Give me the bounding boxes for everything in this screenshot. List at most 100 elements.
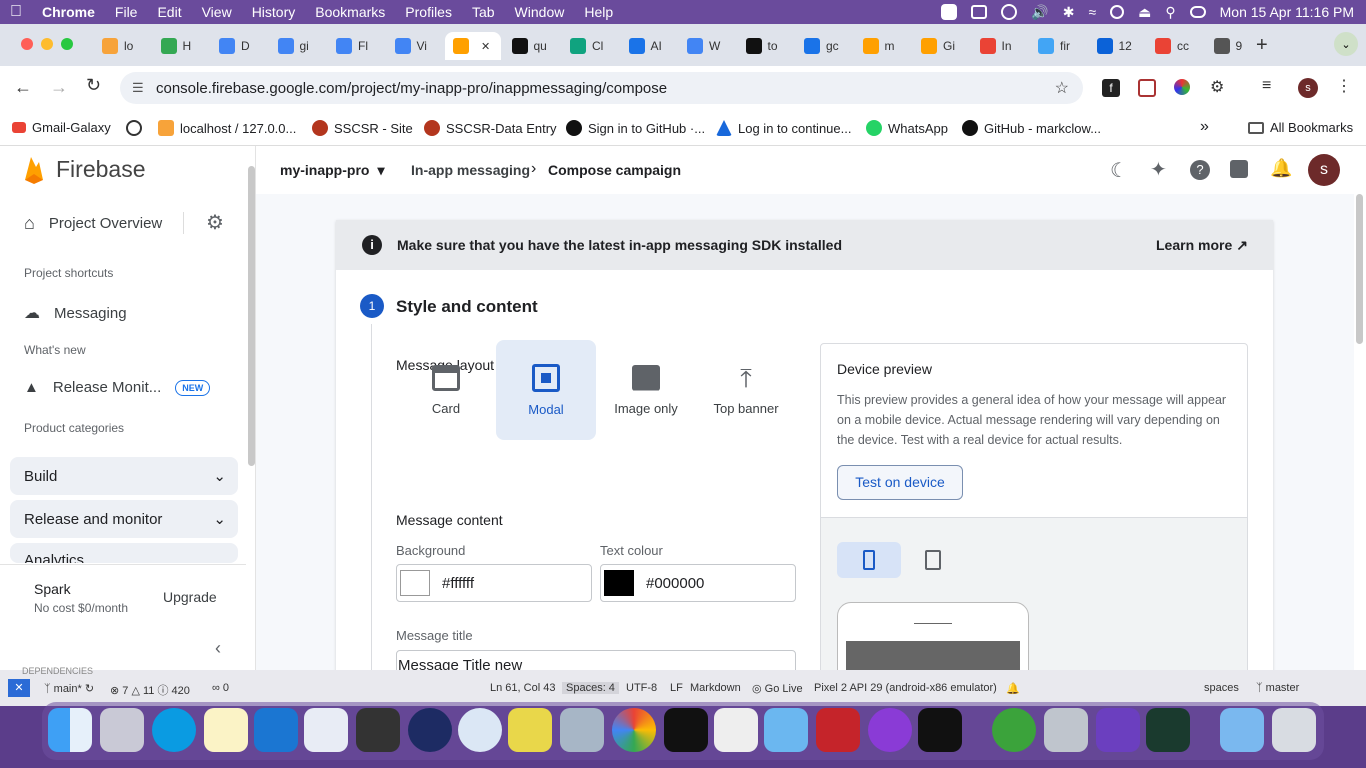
text-colour-field[interactable]: #000000 <box>600 564 796 602</box>
android-studio-icon[interactable] <box>304 708 348 752</box>
cursor-position[interactable]: Ln 61, Col 43 <box>490 682 555 694</box>
bookmark-atlassian[interactable]: Log in to continue... <box>716 120 851 136</box>
layout-option-image-only[interactable]: Image only <box>596 340 696 440</box>
reading-list-icon[interactable]: ≡ <box>1262 77 1271 95</box>
sublime-icon[interactable] <box>356 708 400 752</box>
upgrade-button[interactable]: Upgrade <box>163 589 217 605</box>
chrome-icon[interactable] <box>612 708 656 752</box>
new-tab-button[interactable]: + <box>1256 34 1268 57</box>
close-tab-icon[interactable]: ✕ <box>481 40 490 53</box>
menu-view[interactable]: View <box>192 4 242 20</box>
menu-edit[interactable]: Edit <box>147 4 191 20</box>
spotlight-search-icon[interactable]: ⚲ <box>1165 4 1175 21</box>
appletv-icon[interactable] <box>918 708 962 752</box>
sidebar-section-release[interactable]: Release and monitor ⌄ <box>10 500 238 538</box>
breadcrumb-inapp[interactable]: In-app messaging <box>411 162 530 178</box>
filezilla-icon[interactable] <box>816 708 860 752</box>
url-text[interactable]: console.firebase.google.com/project/my-i… <box>156 80 667 97</box>
status-box-icon[interactable] <box>971 5 988 19</box>
github-desktop-icon[interactable] <box>1096 708 1140 752</box>
sidebar-section-build[interactable]: Build ⌄ <box>10 457 238 495</box>
right-indent[interactable]: spaces <box>1204 682 1239 694</box>
more-bookmarks-icon[interactable]: » <box>1200 118 1209 136</box>
message-title-value[interactable]: Message Title new <box>398 657 522 670</box>
remote-indicator[interactable]: ✕ <box>8 679 30 697</box>
close-window-button[interactable] <box>21 38 33 50</box>
layout-option-card[interactable]: Card <box>396 340 496 440</box>
reload-icon[interactable]: ↻ <box>86 75 101 96</box>
status-check-icon[interactable] <box>941 4 958 20</box>
bookmark-star-icon[interactable]: ☆ <box>1055 78 1069 98</box>
menu-history[interactable]: History <box>242 4 306 20</box>
browser-tab[interactable]: D <box>211 32 267 60</box>
sidebar-item-release-monitoring[interactable]: ▲ Release Monit... NEW <box>24 379 211 396</box>
podcasts-icon[interactable] <box>868 708 912 752</box>
notes-icon[interactable] <box>204 708 248 752</box>
menu-help[interactable]: Help <box>574 4 623 20</box>
bookmark-sscsr-site[interactable]: SSCSR - Site <box>312 120 413 136</box>
browser-tab[interactable]: Vi <box>387 32 443 60</box>
firebase-logo[interactable]: Firebase <box>22 154 145 184</box>
profile-avatar[interactable]: s <box>1298 78 1318 98</box>
ports-indicator[interactable]: ∞ 0 <box>212 682 229 694</box>
encoding[interactable]: UTF-8 <box>626 682 657 694</box>
eject-icon[interactable]: ⏏ <box>1138 4 1151 21</box>
menu-tab[interactable]: Tab <box>462 4 505 20</box>
xampp-icon[interactable] <box>508 708 552 752</box>
notifications-bell-icon[interactable]: 🔔 <box>1270 158 1292 179</box>
git-branch[interactable]: ᛉ main* ↻ <box>44 682 94 695</box>
text-colour-value[interactable]: #000000 <box>646 575 704 592</box>
app-icon[interactable] <box>1146 708 1190 752</box>
terminal-icon[interactable] <box>664 708 708 752</box>
menu-window[interactable]: Window <box>505 4 575 20</box>
browser-tab[interactable]: 12 <box>1089 32 1145 60</box>
content-scrollbar[interactable] <box>1356 194 1363 344</box>
bookmark-gmail[interactable]: Gmail-Galaxy <box>12 120 111 135</box>
menubar-clock[interactable]: Mon 15 Apr 11:16 PM <box>1220 4 1354 20</box>
browser-tab[interactable]: cc <box>1147 32 1203 60</box>
sidebar-item-project-overview[interactable]: ⌂ Project Overview <box>24 213 162 234</box>
browser-tab[interactable]: qu <box>504 32 560 60</box>
bookmark-whatsapp[interactable]: WhatsApp <box>866 120 948 136</box>
safari-icon[interactable] <box>458 708 502 752</box>
phone-view-button[interactable] <box>837 542 901 578</box>
maximize-window-button[interactable] <box>61 38 73 50</box>
user-icon[interactable] <box>1110 5 1125 19</box>
menu-file[interactable]: File <box>105 4 148 20</box>
extensions-puzzle-icon[interactable]: ⚙ <box>1210 77 1224 97</box>
browser-tab[interactable]: W <box>679 32 735 60</box>
minimize-window-button[interactable] <box>41 38 53 50</box>
preview-icon[interactable] <box>560 708 604 752</box>
feedback-icon[interactable] <box>1230 160 1248 178</box>
bookmark-github-signin[interactable]: Sign in to GitHub ·... <box>566 120 705 136</box>
browser-tab[interactable]: lo <box>94 32 150 60</box>
right-branch[interactable]: ᛉ master <box>1256 682 1299 694</box>
background-color-field[interactable]: #ffffff <box>396 564 592 602</box>
learn-more-link[interactable]: Learn more ↗ <box>1156 237 1248 254</box>
browser-tab[interactable]: In <box>972 32 1028 60</box>
system-settings-icon[interactable] <box>1044 708 1088 752</box>
extension-color-icon[interactable] <box>1174 79 1190 95</box>
emulator-device[interactable]: Pixel 2 API 29 (android-x86 emulator) <box>814 682 997 694</box>
settings-gear-icon[interactable]: ⚙ <box>206 210 224 235</box>
test-on-device-button[interactable]: Test on device <box>837 465 963 500</box>
extension-calendar-icon[interactable] <box>1138 79 1156 97</box>
all-bookmarks[interactable]: All Bookmarks <box>1248 120 1353 135</box>
text-colour-swatch[interactable] <box>604 570 634 596</box>
collapse-sidebar-icon[interactable]: ‹ <box>215 638 221 659</box>
tablet-view-button[interactable] <box>913 542 953 578</box>
layout-option-modal[interactable]: Modal <box>496 340 596 440</box>
extension-f-icon[interactable]: f <box>1102 79 1120 97</box>
browser-tab[interactable]: fir <box>1030 32 1086 60</box>
bluetooth-icon[interactable]: ✱ <box>1063 4 1075 21</box>
browser-tab[interactable]: Gi <box>913 32 969 60</box>
finder-icon[interactable] <box>48 708 92 752</box>
project-selector[interactable]: my-inapp-pro ▾ <box>280 162 384 179</box>
menu-bookmarks[interactable]: Bookmarks <box>305 4 395 20</box>
site-info-icon[interactable]: ☰ <box>132 80 144 96</box>
browser-tab[interactable]: gc <box>796 32 852 60</box>
message-title-field[interactable]: Message Title new <box>396 650 796 670</box>
account-avatar[interactable]: s <box>1308 154 1340 186</box>
menu-app-name[interactable]: Chrome <box>32 4 105 20</box>
volume-icon[interactable]: 🔊 <box>1031 4 1048 21</box>
